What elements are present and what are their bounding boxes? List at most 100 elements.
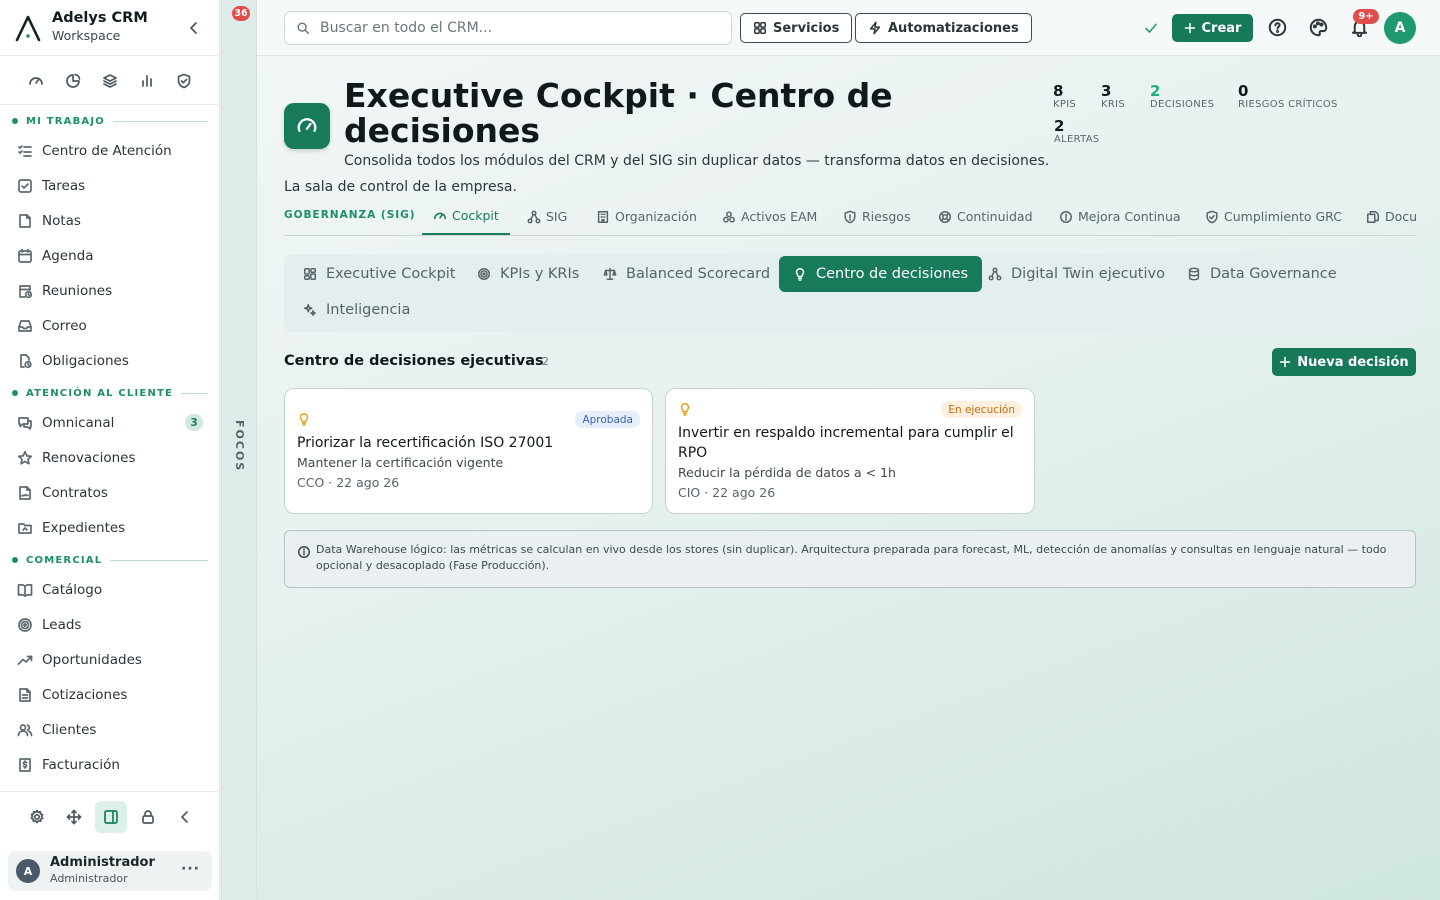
tab-riesgos[interactable]: Riesgos (832, 198, 921, 235)
sidebar-item-expedientes[interactable]: Expedientes (0, 510, 220, 545)
search-box[interactable] (284, 11, 732, 45)
automations-button[interactable]: Automatizaciones (855, 13, 1032, 43)
tab-executive-cockpit[interactable]: Executive Cockpit (289, 256, 470, 292)
omnicanal-badge: 3 (185, 414, 203, 431)
settings-icon[interactable] (21, 801, 53, 833)
network-icon (527, 210, 541, 223)
decision-card[interactable]: En ejecución Invertir en respaldo increm… (665, 388, 1035, 514)
tab-sig[interactable]: SIG (516, 198, 578, 235)
file-clock-icon (20, 353, 32, 368)
quick-access-bar (0, 57, 220, 105)
tab-data-governance[interactable]: Data Governance (1173, 256, 1351, 292)
palette-icon[interactable] (1309, 18, 1328, 37)
tab-inteligencia[interactable]: Inteligencia (289, 292, 424, 328)
create-button[interactable]: Crear (1172, 14, 1253, 42)
bolt-icon (869, 21, 881, 35)
network-icon (988, 267, 1002, 281)
panel-left-icon[interactable] (95, 800, 127, 833)
avatar: A (16, 859, 40, 883)
sidebar-toolbar (0, 791, 220, 841)
nav-section-mi-trabajo: MI TRABAJO (0, 112, 220, 130)
tab-continuidad[interactable]: Continuidad (927, 198, 1044, 235)
focos-panel-toggle[interactable]: 36 FOCOS (221, 0, 257, 900)
search-input[interactable] (320, 20, 720, 36)
nav-section-comercial: COMERCIAL (0, 551, 220, 569)
section-count: 2 (542, 355, 549, 368)
bar-chart-icon[interactable] (138, 72, 156, 90)
tab-cockpit[interactable]: Cockpit (422, 198, 510, 235)
stat-decisiones: 2 DECISIONES (1150, 82, 1215, 110)
tab-digital-twin[interactable]: Digital Twin ejecutivo (974, 256, 1179, 292)
sidebar-item-cotizaciones[interactable]: Cotizaciones (0, 677, 220, 712)
sidebar: Adelys CRM Workspace MI TRABAJO Centro d… (0, 0, 220, 900)
sidebar-item-tareas[interactable]: Tareas (0, 168, 220, 203)
gauge-icon (434, 212, 446, 219)
sidebar-item-facturacion[interactable]: Facturación (0, 747, 220, 782)
stat-kpis: 8 KPIS (1053, 82, 1077, 110)
plus-icon (1280, 356, 1291, 368)
sidebar-item-catalogo[interactable]: Catálogo (0, 572, 220, 607)
tab-docu[interactable]: Docu (1355, 198, 1416, 235)
target-icon (478, 268, 490, 280)
focos-label: FOCOS (233, 420, 246, 473)
lock-icon[interactable] (132, 801, 164, 833)
gauge-icon[interactable] (27, 72, 45, 90)
chevron-left-icon[interactable] (186, 20, 202, 36)
topbar: Servicios Automatizaciones Crear 9+ A (257, 0, 1440, 56)
database-icon (1188, 267, 1200, 281)
stat-riesgos-criticos: 0 RIESGOS CRÍTICOS (1238, 82, 1338, 110)
tab-mejora-continua[interactable]: Mejora Continua (1048, 198, 1192, 235)
sidebar-item-oportunidades[interactable]: Oportunidades (0, 642, 220, 677)
sidebar-item-obligaciones[interactable]: Obligaciones (0, 343, 220, 378)
sidebar-item-centro-atencion[interactable]: Centro de Atención (0, 133, 220, 168)
tab-centro-decisiones[interactable]: Centro de decisiones (779, 256, 983, 292)
move-icon[interactable] (58, 801, 90, 833)
sidebar-item-clientes[interactable]: Clientes (0, 712, 220, 747)
sub-tabs: Executive Cockpit KPIs y KRIs Balanced S… (284, 254, 1416, 332)
bulb-icon (795, 268, 805, 281)
help-icon[interactable] (1268, 18, 1287, 37)
info-note: Data Warehouse lógico: las métricas se c… (284, 530, 1416, 588)
sidebar-item-leads[interactable]: Leads (0, 607, 220, 642)
new-decision-button[interactable]: Nueva decisión (1272, 348, 1416, 376)
user-profile[interactable]: A Administrador Administrador ··· (8, 851, 212, 891)
avatar[interactable]: A (1384, 12, 1416, 44)
invoice-icon (19, 757, 31, 772)
check-icon (1145, 23, 1157, 33)
list-check-icon (18, 144, 32, 157)
shield-check-icon[interactable] (175, 72, 193, 90)
sidebar-item-notas[interactable]: Notas (0, 203, 220, 238)
shield-check-icon (1206, 210, 1218, 223)
sidebar-item-renovaciones[interactable]: Renovaciones (0, 440, 220, 475)
logo-icon (15, 15, 41, 42)
tab-organizacion[interactable]: Organización (585, 198, 708, 235)
sidebar-item-contratos[interactable]: Contratos (0, 475, 220, 510)
services-button[interactable]: Servicios (740, 13, 853, 43)
decision-meta: CIO · 22 ago 26 (678, 485, 776, 500)
book-icon (17, 583, 33, 597)
dashboard-icon (304, 268, 316, 280)
sidebar-item-reuniones[interactable]: Reuniones (0, 273, 220, 308)
layers-icon[interactable] (101, 72, 119, 90)
module-tabs: GOBERNANZA (SIG) Cockpit SIG Organizació… (284, 198, 1416, 236)
sidebar-item-correo[interactable]: Correo (0, 308, 220, 343)
chat-icon (18, 416, 32, 430)
tab-balanced-scorecard[interactable]: Balanced Scorecard (589, 256, 784, 292)
brand-header: Adelys CRM Workspace (0, 0, 220, 56)
sidebar-item-omnicanal[interactable]: Omnicanal 3 (0, 405, 220, 440)
grid-icon (754, 22, 766, 34)
tab-kpis-kris[interactable]: KPIs y KRIs (463, 256, 593, 292)
app-name: Adelys CRM (52, 10, 148, 26)
sidebar-nav: MI TRABAJO Centro de Atención Tareas Not… (0, 106, 220, 790)
sidebar-item-agenda[interactable]: Agenda (0, 238, 220, 273)
chevron-left-icon[interactable] (169, 801, 201, 833)
page-subtitle: Consolida todos los módulos del CRM y de… (344, 153, 1050, 169)
more-icon[interactable]: ··· (181, 861, 200, 877)
tab-cumplimiento-grc[interactable]: Cumplimiento GRC (1194, 198, 1353, 235)
tab-activos-eam[interactable]: Activos EAM (711, 198, 828, 235)
calendar-icon (18, 248, 32, 263)
files-icon (1367, 210, 1379, 223)
decision-card[interactable]: Aprobada Priorizar la recertificación IS… (284, 388, 653, 514)
chart-pie-icon[interactable] (64, 72, 82, 90)
info-icon (298, 546, 310, 558)
